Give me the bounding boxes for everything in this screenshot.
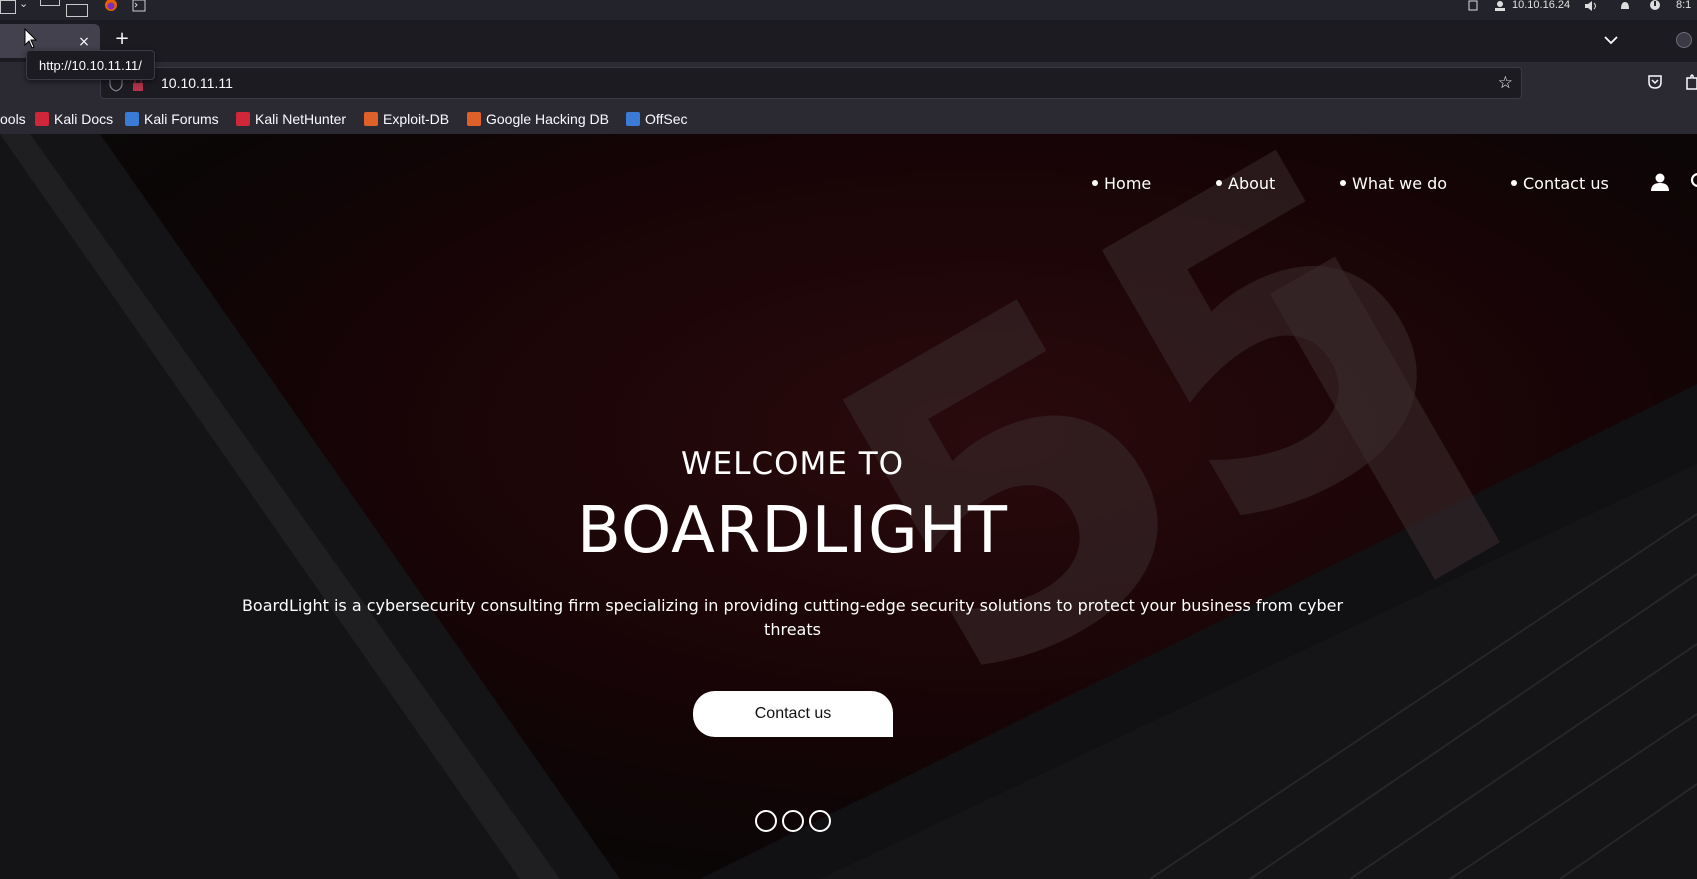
nav-label: Home	[1104, 173, 1152, 193]
bookmark-kali-docs[interactable]: Kali Docs	[35, 110, 113, 128]
bookmark-label: OffSec	[645, 111, 688, 127]
kali-nethunter-icon	[236, 112, 250, 126]
window-switcher-1[interactable]	[0, 0, 16, 14]
nav-what-we-do[interactable]: What we do	[1340, 170, 1447, 196]
navigation-bar: 10.10.11.11 ☆	[0, 62, 1697, 104]
chevron-down-icon[interactable]	[1600, 30, 1622, 50]
bullet-icon	[1092, 180, 1098, 186]
url-text[interactable]: 10.10.11.11	[161, 75, 233, 91]
exploit-db-icon	[364, 112, 378, 126]
bookmark-label: Kali Forums	[144, 111, 219, 127]
nav-home[interactable]: Home	[1092, 170, 1151, 196]
bookmark-kali-nethunter[interactable]: Kali NetHunter	[236, 110, 346, 128]
kali-forums-icon	[125, 112, 139, 126]
clock: 8:1	[1676, 0, 1692, 11]
bookmarks-toolbar: ools Kali Docs Kali Forums Kali NetHunte…	[0, 104, 1697, 134]
os-top-panel: ⌄ 10.10.16.24 8:1	[0, 0, 1697, 20]
page-viewport: 55 WELCOME TO BOARDLIGHT BoardLight is a…	[0, 134, 1697, 879]
bookmark-tools[interactable]: ools	[0, 110, 26, 128]
chevron-down-icon[interactable]: ⌄	[19, 0, 28, 10]
power-icon[interactable]	[1648, 0, 1662, 12]
bookmark-label: Kali Docs	[54, 111, 114, 127]
contact-us-button[interactable]: Contact us	[693, 691, 893, 737]
url-bar[interactable]: 10.10.11.11 ☆	[100, 67, 1522, 99]
volume-icon[interactable]	[1584, 0, 1600, 12]
nav-label: What we do	[1352, 173, 1448, 193]
nav-contact-us[interactable]: Contact us	[1511, 170, 1609, 196]
tab-strip: × +	[0, 20, 1697, 62]
account-icon[interactable]	[1676, 32, 1692, 48]
bookmark-exploit-db[interactable]: Exploit-DB	[364, 110, 449, 128]
bookmark-google-hacking-db[interactable]: Google Hacking DB	[467, 110, 609, 128]
mouse-cursor-icon	[24, 28, 38, 49]
workspace-icon-2[interactable]	[66, 4, 88, 17]
hero-description: BoardLight is a cybersecurity consulting…	[241, 596, 1344, 639]
google-hacking-db-icon	[467, 112, 481, 126]
hero-brand: BOARDLIGHT	[577, 494, 1008, 568]
carousel-indicator-1[interactable]	[755, 810, 777, 832]
user-icon[interactable]	[1650, 172, 1670, 192]
bookmark-label: ools	[0, 111, 26, 127]
hero-welcome: WELCOME TO	[680, 446, 905, 482]
bell-icon[interactable]	[1618, 0, 1632, 12]
kali-docs-icon	[35, 112, 49, 126]
bullet-icon	[1511, 180, 1517, 186]
nav-about[interactable]: About	[1216, 170, 1275, 196]
bookmark-label: Exploit-DB	[383, 111, 450, 127]
carousel-indicator-3[interactable]	[809, 810, 831, 832]
offsec-icon	[626, 112, 640, 126]
storage-icon[interactable]	[1467, 0, 1479, 12]
bookmark-label: Kali NetHunter	[255, 111, 347, 127]
hero-section: WELCOME TO BOARDLIGHT BoardLight is a cy…	[0, 134, 1585, 879]
bookmark-offsec[interactable]: OffSec	[626, 110, 688, 128]
firefox-icon[interactable]	[104, 0, 118, 12]
terminal-icon[interactable]	[132, 0, 146, 12]
bookmark-label: Google Hacking DB	[486, 111, 609, 127]
pocket-icon[interactable]	[1647, 74, 1663, 90]
extensions-icon[interactable]	[1684, 73, 1697, 91]
url-tooltip: http://10.10.11.11/	[26, 50, 155, 80]
search-icon[interactable]	[1690, 172, 1697, 192]
nav-label: About	[1228, 173, 1276, 193]
nav-label: Contact us	[1523, 173, 1609, 193]
network-icon[interactable]	[1493, 0, 1507, 12]
workspace-icon-1[interactable]	[40, 0, 60, 6]
new-tab-button[interactable]: +	[112, 29, 132, 49]
carousel-indicator-2[interactable]	[782, 810, 804, 832]
close-icon[interactable]: ×	[76, 34, 92, 50]
bookmark-kali-forums[interactable]: Kali Forums	[125, 110, 219, 128]
bookmark-star-icon[interactable]: ☆	[1498, 73, 1513, 93]
bullet-icon	[1216, 180, 1222, 186]
bullet-icon	[1340, 180, 1346, 186]
ip-address: 10.10.16.24	[1512, 0, 1571, 11]
